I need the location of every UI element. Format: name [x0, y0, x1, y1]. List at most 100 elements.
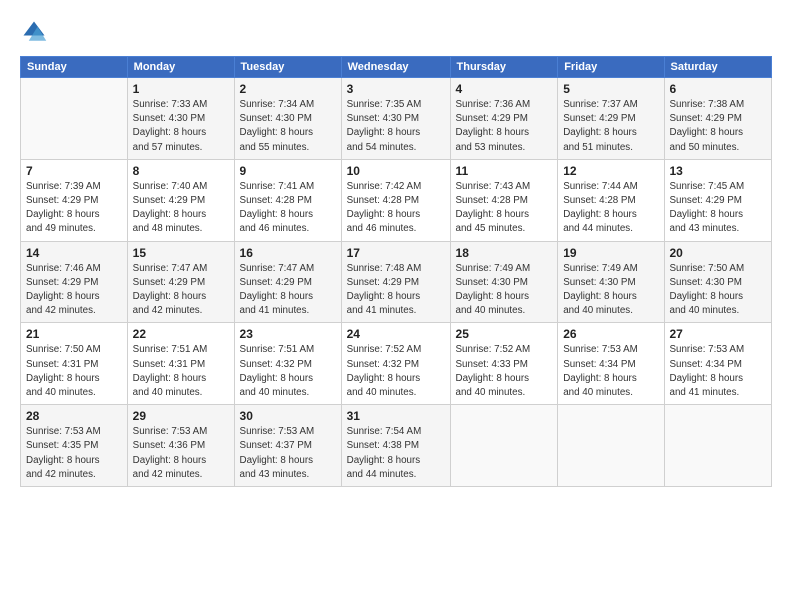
day-info: Sunrise: 7:43 AM Sunset: 4:28 PM Dayligh… [456, 180, 553, 237]
day-number: 1 [133, 82, 229, 96]
day-number: 17 [347, 246, 445, 260]
day-info: Sunrise: 7:53 AM Sunset: 4:34 PM Dayligh… [670, 343, 767, 400]
day-info: Sunrise: 7:53 AM Sunset: 4:36 PM Dayligh… [133, 425, 229, 482]
day-info: Sunrise: 7:53 AM Sunset: 4:37 PM Dayligh… [240, 425, 336, 482]
calendar-cell: 22 Sunrise: 7:51 AM Sunset: 4:31 PM Dayli… [127, 323, 234, 405]
day-number: 22 [133, 327, 229, 341]
day-number: 21 [26, 327, 122, 341]
day-number: 12 [563, 164, 658, 178]
calendar-cell: 19 Sunrise: 7:49 AM Sunset: 4:30 PM Dayli… [558, 241, 664, 323]
calendar-cell: 25 Sunrise: 7:52 AM Sunset: 4:33 PM Dayli… [450, 323, 558, 405]
calendar-cell: 11Sunrise: 7:43 AM Sunset: 4:28 PM Dayli… [450, 159, 558, 241]
day-info: Sunrise: 7:47 AM Sunset: 4:29 PM Dayligh… [133, 262, 229, 319]
calendar-cell: 26 Sunrise: 7:53 AM Sunset: 4:34 PM Dayli… [558, 323, 664, 405]
calendar-cell [664, 405, 772, 487]
day-info: Sunrise: 7:53 AM Sunset: 4:34 PM Dayligh… [563, 343, 658, 400]
day-info: Sunrise: 7:45 AM Sunset: 4:29 PM Dayligh… [670, 180, 767, 237]
day-number: 9 [240, 164, 336, 178]
day-number: 24 [347, 327, 445, 341]
calendar-cell: 27 Sunrise: 7:53 AM Sunset: 4:34 PM Dayli… [664, 323, 772, 405]
day-number: 26 [563, 327, 658, 341]
page: SundayMondayTuesdayWednesdayThursdayFrid… [0, 0, 792, 612]
day-header-thursday: Thursday [450, 57, 558, 78]
calendar-week-row: 7 Sunrise: 7:39 AM Sunset: 4:29 PM Daylig… [21, 159, 772, 241]
day-info: Sunrise: 7:52 AM Sunset: 4:32 PM Dayligh… [347, 343, 445, 400]
day-number: 10 [347, 164, 445, 178]
day-number: 6 [670, 82, 767, 96]
day-info: Sunrise: 7:37 AM Sunset: 4:29 PM Dayligh… [563, 98, 658, 155]
calendar-cell: 5 Sunrise: 7:37 AM Sunset: 4:29 PM Daylig… [558, 78, 664, 160]
calendar-cell: 24 Sunrise: 7:52 AM Sunset: 4:32 PM Dayli… [341, 323, 450, 405]
calendar-week-row: 28 Sunrise: 7:53 AM Sunset: 4:35 PM Dayli… [21, 405, 772, 487]
day-info: Sunrise: 7:44 AM Sunset: 4:28 PM Dayligh… [563, 180, 658, 237]
day-info: Sunrise: 7:47 AM Sunset: 4:29 PM Dayligh… [240, 262, 336, 319]
day-info: Sunrise: 7:35 AM Sunset: 4:30 PM Dayligh… [347, 98, 445, 155]
day-number: 18 [456, 246, 553, 260]
day-header-sunday: Sunday [21, 57, 128, 78]
calendar-cell [450, 405, 558, 487]
day-number: 27 [670, 327, 767, 341]
calendar-cell: 17Sunrise: 7:48 AM Sunset: 4:29 PM Dayli… [341, 241, 450, 323]
day-info: Sunrise: 7:36 AM Sunset: 4:29 PM Dayligh… [456, 98, 553, 155]
calendar-cell: 6 Sunrise: 7:38 AM Sunset: 4:29 PM Daylig… [664, 78, 772, 160]
day-number: 31 [347, 409, 445, 423]
day-number: 19 [563, 246, 658, 260]
calendar-cell: 31 Sunrise: 7:54 AM Sunset: 4:38 PM Dayli… [341, 405, 450, 487]
day-number: 29 [133, 409, 229, 423]
calendar-cell: 12 Sunrise: 7:44 AM Sunset: 4:28 PM Dayli… [558, 159, 664, 241]
calendar-cell [21, 78, 128, 160]
day-info: Sunrise: 7:38 AM Sunset: 4:29 PM Dayligh… [670, 98, 767, 155]
day-number: 5 [563, 82, 658, 96]
day-info: Sunrise: 7:40 AM Sunset: 4:29 PM Dayligh… [133, 180, 229, 237]
calendar-week-row: 1 Sunrise: 7:33 AM Sunset: 4:30 PM Daylig… [21, 78, 772, 160]
calendar-cell: 3 Sunrise: 7:35 AM Sunset: 4:30 PM Daylig… [341, 78, 450, 160]
day-info: Sunrise: 7:50 AM Sunset: 4:31 PM Dayligh… [26, 343, 122, 400]
day-number: 16 [240, 246, 336, 260]
calendar-header-row: SundayMondayTuesdayWednesdayThursdayFrid… [21, 57, 772, 78]
day-info: Sunrise: 7:49 AM Sunset: 4:30 PM Dayligh… [563, 262, 658, 319]
day-number: 7 [26, 164, 122, 178]
day-info: Sunrise: 7:52 AM Sunset: 4:33 PM Dayligh… [456, 343, 553, 400]
calendar-week-row: 21 Sunrise: 7:50 AM Sunset: 4:31 PM Dayli… [21, 323, 772, 405]
day-info: Sunrise: 7:50 AM Sunset: 4:30 PM Dayligh… [670, 262, 767, 319]
day-info: Sunrise: 7:49 AM Sunset: 4:30 PM Dayligh… [456, 262, 553, 319]
calendar-table: SundayMondayTuesdayWednesdayThursdayFrid… [20, 56, 772, 487]
day-number: 23 [240, 327, 336, 341]
calendar-cell: 18 Sunrise: 7:49 AM Sunset: 4:30 PM Dayli… [450, 241, 558, 323]
logo-icon [20, 18, 48, 46]
day-info: Sunrise: 7:33 AM Sunset: 4:30 PM Dayligh… [133, 98, 229, 155]
day-number: 13 [670, 164, 767, 178]
day-header-monday: Monday [127, 57, 234, 78]
day-info: Sunrise: 7:34 AM Sunset: 4:30 PM Dayligh… [240, 98, 336, 155]
calendar-cell: 13 Sunrise: 7:45 AM Sunset: 4:29 PM Dayli… [664, 159, 772, 241]
day-number: 4 [456, 82, 553, 96]
day-info: Sunrise: 7:54 AM Sunset: 4:38 PM Dayligh… [347, 425, 445, 482]
day-number: 2 [240, 82, 336, 96]
day-info: Sunrise: 7:51 AM Sunset: 4:31 PM Dayligh… [133, 343, 229, 400]
day-header-saturday: Saturday [664, 57, 772, 78]
calendar-cell: 14Sunrise: 7:46 AM Sunset: 4:29 PM Dayli… [21, 241, 128, 323]
day-header-wednesday: Wednesday [341, 57, 450, 78]
day-number: 25 [456, 327, 553, 341]
day-number: 28 [26, 409, 122, 423]
calendar-cell: 23 Sunrise: 7:51 AM Sunset: 4:32 PM Dayli… [234, 323, 341, 405]
calendar-cell: 30Sunrise: 7:53 AM Sunset: 4:37 PM Dayli… [234, 405, 341, 487]
calendar-cell: 4 Sunrise: 7:36 AM Sunset: 4:29 PM Daylig… [450, 78, 558, 160]
day-info: Sunrise: 7:51 AM Sunset: 4:32 PM Dayligh… [240, 343, 336, 400]
calendar-week-row: 14Sunrise: 7:46 AM Sunset: 4:29 PM Dayli… [21, 241, 772, 323]
day-number: 14 [26, 246, 122, 260]
logo [20, 18, 52, 46]
calendar-cell: 1 Sunrise: 7:33 AM Sunset: 4:30 PM Daylig… [127, 78, 234, 160]
day-info: Sunrise: 7:53 AM Sunset: 4:35 PM Dayligh… [26, 425, 122, 482]
day-header-tuesday: Tuesday [234, 57, 341, 78]
calendar-cell: 15 Sunrise: 7:47 AM Sunset: 4:29 PM Dayli… [127, 241, 234, 323]
calendar-cell: 20Sunrise: 7:50 AM Sunset: 4:30 PM Dayli… [664, 241, 772, 323]
day-number: 3 [347, 82, 445, 96]
day-info: Sunrise: 7:39 AM Sunset: 4:29 PM Dayligh… [26, 180, 122, 237]
header [20, 18, 772, 46]
calendar-cell [558, 405, 664, 487]
day-number: 15 [133, 246, 229, 260]
day-header-friday: Friday [558, 57, 664, 78]
calendar-cell: 2 Sunrise: 7:34 AM Sunset: 4:30 PM Daylig… [234, 78, 341, 160]
calendar-cell: 9Sunrise: 7:41 AM Sunset: 4:28 PM Daylig… [234, 159, 341, 241]
